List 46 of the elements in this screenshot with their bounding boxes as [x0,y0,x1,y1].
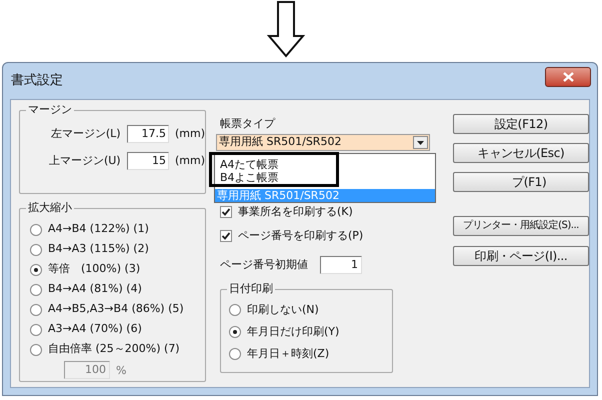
radio-label: B4→A4 (81%) (4) [48,281,142,298]
radio-button[interactable] [30,344,42,356]
dropdown-item[interactable]: B4よこ帳票 [220,171,279,184]
radio-label: A4→B4 (122%) (1) [48,221,149,238]
page-start-field[interactable]: 1 [320,256,362,274]
unit-label: (mm) [174,152,205,169]
radio-button[interactable] [30,264,42,276]
form-type-label: 帳票タイプ [220,116,276,132]
radio-label: 年月日＋時刻(Z) [247,346,330,362]
dialog-button[interactable]: プリンター・用紙設定(S)... [453,216,589,236]
radio-button[interactable] [229,326,241,338]
dialog-button[interactable]: キャンセル(Esc) [453,143,589,163]
radio-label: A4→B5,A3→B4 (86%) (5) [48,301,184,318]
radio-button[interactable] [30,224,42,236]
unit-label: % [116,362,126,378]
radio-label: 印刷しない(N) [247,302,319,318]
radio-label: A3→A4 (70%) (6) [48,321,142,338]
margin-field[interactable]: 15 [126,152,169,170]
window-title: 書式設定 [11,72,63,90]
radio-button[interactable] [30,324,42,336]
checkbox[interactable] [220,230,232,242]
margin-field[interactable]: 17.5 [126,125,169,143]
radio-button[interactable] [229,304,241,316]
dropdown-arrow-icon [417,140,424,144]
close-icon [562,72,574,82]
dialog-button[interactable]: プ(F1) [453,172,589,192]
form-type-combo[interactable]: 専用用紙 SR501/SR502 [216,134,430,151]
radio-button[interactable] [30,244,42,256]
checkbox-label: ページ番号を印刷する(P) [238,228,364,244]
dropdown-item[interactable]: A4たて帳票 [220,158,279,171]
field-label: 上マージン(U) [48,152,121,169]
dialog-button[interactable]: 設定(F12) [453,114,589,134]
radio-label: 自由倍率 (25～200%) (7) [48,341,180,358]
radio-label: 等倍 (100%) (3) [48,261,140,278]
checkbox-label: 事業所名を印刷する(K) [238,204,353,220]
field-label: ページ番号初期値 [220,256,308,273]
radio-button[interactable] [229,348,241,360]
radio-label: 年月日だけ印刷(Y) [247,324,340,340]
radio-button[interactable] [30,304,42,316]
dialog-button[interactable]: 印刷・ページ(I)... [453,246,589,266]
checkbox[interactable] [220,206,232,218]
field-label: 左マージン(L) [50,126,121,142]
close-button[interactable] [545,67,591,87]
radio-button[interactable] [30,284,42,296]
radio-label: B4→A3 (115%) (2) [48,241,149,258]
unit-label: (mm) [174,126,205,142]
